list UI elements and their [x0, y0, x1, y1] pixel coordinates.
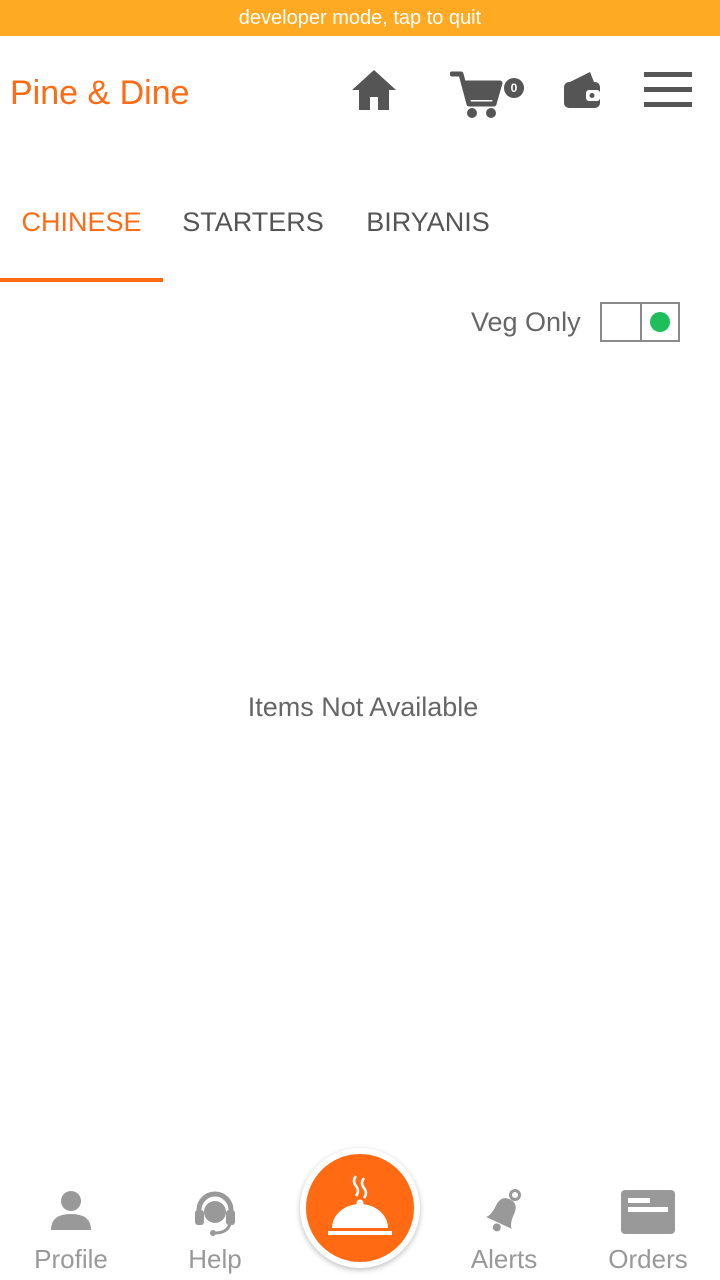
- nav-orders-label: Orders: [608, 1244, 688, 1274]
- veg-only-toggle[interactable]: [600, 302, 680, 342]
- cart-count-badge: 0: [504, 78, 524, 98]
- bottom-navigation: Profile Help Alerts Orders: [0, 1148, 720, 1280]
- empty-state-message: Items Not Available: [247, 692, 479, 722]
- wallet-button[interactable]: [560, 70, 604, 114]
- nav-profile[interactable]: Profile: [6, 1160, 136, 1280]
- profile-icon: [51, 1191, 91, 1230]
- active-tab-indicator: [0, 278, 163, 282]
- nav-profile-label: Profile: [34, 1244, 108, 1274]
- bell-icon: [486, 1189, 521, 1232]
- cart-icon: [450, 71, 503, 118]
- home-icon: [352, 70, 396, 110]
- tab-starters[interactable]: STARTERS: [173, 180, 333, 282]
- cloche-icon: [328, 1175, 392, 1235]
- headset-icon: [195, 1191, 235, 1236]
- nav-alerts[interactable]: Alerts: [439, 1160, 569, 1280]
- nav-help-label: Help: [188, 1244, 242, 1274]
- veg-indicator-dot: [650, 312, 670, 332]
- veg-only-label: Veg Only: [471, 307, 581, 337]
- category-tabs: CHINESE STARTERS BIRYANIS: [0, 180, 720, 282]
- nav-orders[interactable]: Orders: [583, 1160, 713, 1280]
- cart-button[interactable]: 0: [450, 68, 530, 120]
- veg-filter: Veg Only: [440, 300, 690, 344]
- developer-mode-banner[interactable]: developer mode, tap to quit: [0, 0, 720, 36]
- nav-help[interactable]: Help: [150, 1160, 280, 1280]
- menu-icon: [644, 72, 692, 107]
- app-title: Pine & Dine: [10, 74, 190, 112]
- toggle-divider: [640, 304, 642, 340]
- orders-icon: [621, 1190, 675, 1234]
- tab-biryanis[interactable]: BIRYANIS: [353, 180, 503, 282]
- menu-button[interactable]: [640, 70, 696, 110]
- app-header: Pine & Dine 0: [0, 36, 720, 150]
- center-menu-button[interactable]: [300, 1148, 420, 1268]
- tab-chinese[interactable]: CHINESE: [0, 180, 163, 282]
- home-button[interactable]: [350, 66, 398, 114]
- wallet-icon: [564, 72, 600, 108]
- nav-alerts-label: Alerts: [470, 1244, 538, 1274]
